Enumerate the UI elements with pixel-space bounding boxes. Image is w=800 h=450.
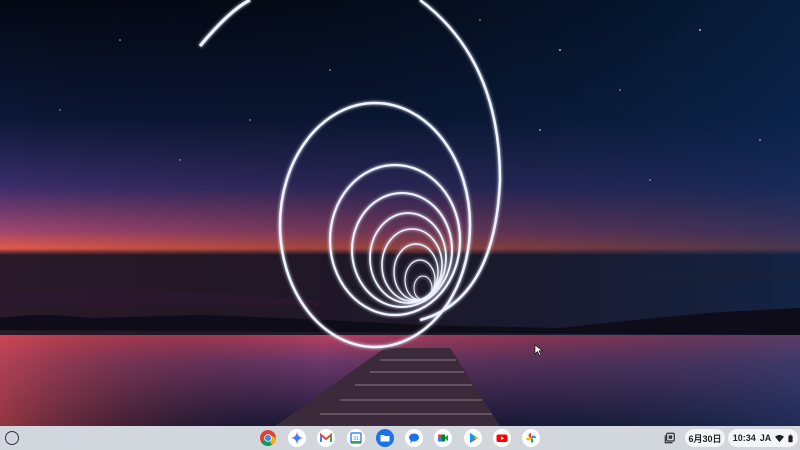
photos-icon [526, 433, 536, 443]
meet-icon [438, 434, 448, 442]
shelf: 31 6月30日 10:34 JA [0, 426, 800, 450]
launcher-button[interactable] [5, 431, 19, 445]
messages-icon [409, 433, 419, 443]
gemini-icon [291, 432, 303, 444]
app-gemini[interactable] [288, 429, 306, 447]
play-store-icon [470, 433, 478, 443]
calendar-icon: 31 [350, 432, 362, 444]
desktop-wallpaper [0, 0, 800, 426]
date-tray[interactable]: 6月30日 [685, 429, 725, 447]
files-icon [380, 435, 390, 442]
app-messages[interactable] [405, 429, 423, 447]
app-photos[interactable] [522, 429, 540, 447]
holding-space-button[interactable] [662, 430, 678, 446]
chrome-icon [260, 430, 276, 446]
app-meet[interactable] [434, 429, 452, 447]
app-files[interactable] [376, 429, 394, 447]
clock-time: 10:34 [732, 433, 756, 443]
app-play-store[interactable] [464, 429, 482, 447]
app-gmail[interactable] [317, 429, 335, 447]
battery-icon [788, 434, 793, 442]
ime-indicator: JA [759, 433, 772, 443]
svg-text:31: 31 [353, 436, 359, 442]
app-calendar[interactable]: 31 [347, 429, 365, 447]
youtube-icon [496, 434, 508, 442]
app-chrome[interactable] [259, 429, 277, 447]
gmail-icon [320, 432, 332, 442]
wifi-icon [775, 434, 785, 442]
status-tray[interactable]: 10:34 JA [728, 429, 798, 447]
app-youtube[interactable] [493, 429, 511, 447]
date-label: 6月30日 [688, 433, 722, 444]
holding-space-icon [664, 432, 675, 444]
